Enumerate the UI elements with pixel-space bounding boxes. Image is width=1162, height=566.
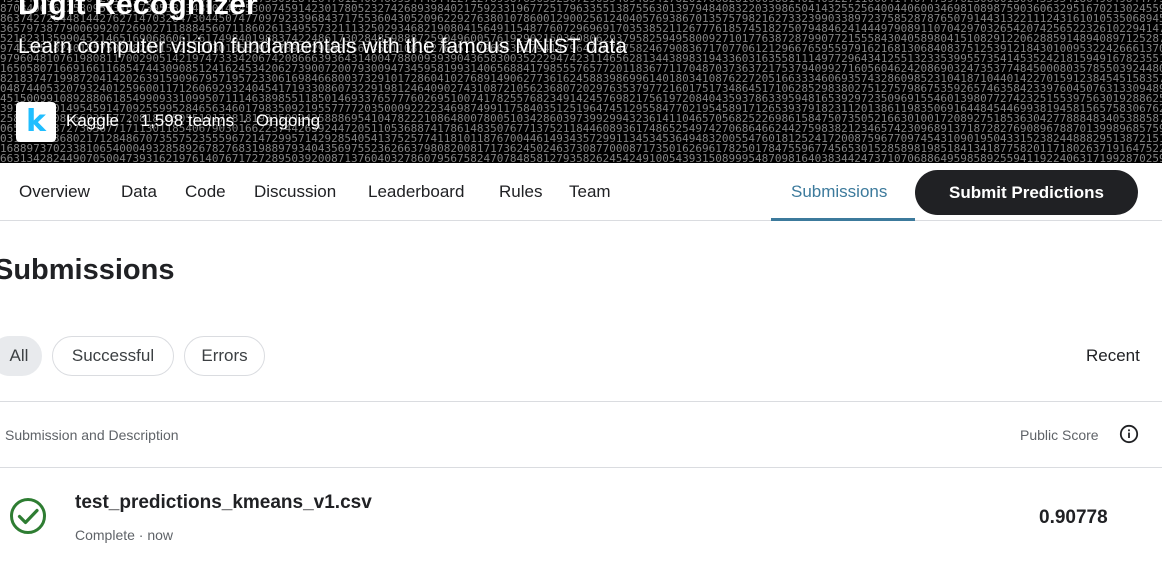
filter-successful-label: Successful (71, 346, 155, 365)
competition-status: Ongoing (255, 111, 321, 130)
tab-discussion[interactable]: Discussion (254, 163, 336, 221)
competition-meta: Kaggle · 1,598 teams · Ongoing (66, 111, 320, 131)
filter-errors-label: Errors (201, 346, 248, 365)
check-circle-icon (10, 498, 46, 534)
public-score-value: 0.90778 (1039, 507, 1108, 528)
competition-title: Digit Recognizer (18, 0, 258, 21)
tab-leaderboard[interactable]: Leaderboard (368, 163, 464, 221)
filter-all-label: All (9, 346, 29, 365)
tab-overview[interactable]: Overview (19, 163, 90, 221)
tab-code[interactable]: Code (185, 163, 226, 221)
submission-status: Complete · now (75, 527, 174, 543)
submission-file-name[interactable]: test_predictions_kmeans_v1.csv (75, 492, 372, 514)
info-icon[interactable] (1119, 424, 1139, 444)
filter-all-chip[interactable]: All (0, 336, 42, 376)
tab-rules[interactable]: Rules (499, 163, 542, 221)
tab-data[interactable]: Data (121, 163, 157, 221)
submit-predictions-button[interactable]: Submit Predictions (915, 170, 1138, 215)
tab-team[interactable]: Team (569, 163, 611, 221)
table-header-divider (0, 467, 1162, 468)
separator: · (126, 111, 133, 130)
competition-subtitle: Learn computer vision fundamentals with … (18, 35, 627, 58)
kaggle-logo[interactable]: k (16, 102, 56, 142)
column-header-submission: Submission and Description (5, 427, 179, 443)
host-name[interactable]: Kaggle (66, 111, 119, 131)
page-title: Submissions (0, 254, 175, 286)
competition-banner: 4512450854276042615410991491456219425317… (0, 0, 1162, 163)
table-top-divider (0, 401, 1162, 402)
active-tab-indicator (771, 218, 915, 221)
teams-count: 1,598 teams (140, 111, 235, 130)
mnist-digits-background: 4512450854276042615410991491456219425317… (0, 0, 1162, 163)
column-header-public-score: Public Score (1020, 427, 1099, 443)
filter-successful-chip[interactable]: Successful (52, 336, 174, 376)
tab-submissions[interactable]: Submissions (791, 163, 887, 221)
separator: · (242, 111, 248, 130)
filter-errors-chip[interactable]: Errors (184, 336, 265, 376)
sort-dropdown[interactable]: Recent (1086, 346, 1140, 366)
kaggle-logo-letter: k (26, 104, 46, 139)
more-vertical-icon[interactable]: ⋮ (1155, 180, 1162, 205)
